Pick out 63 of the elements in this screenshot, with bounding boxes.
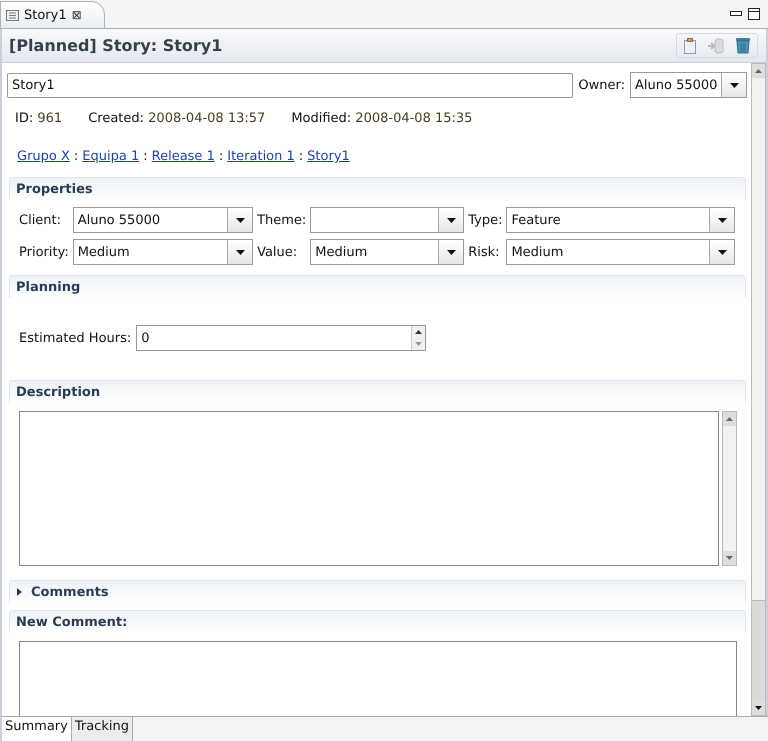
trash-icon[interactable] [735,37,751,54]
minimize-icon[interactable] [730,11,742,17]
close-button[interactable]: ⊠ [72,8,82,22]
breadcrumb-link[interactable]: Equipa 1 [82,149,140,164]
dropdown-arrow-icon [730,82,738,88]
field-label: Client: [19,212,62,228]
owner-dropdown[interactable]: Aluno 55000 [630,72,747,98]
hours-spinner[interactable]: 0 [136,325,426,351]
dropdown-arrow-icon [446,250,456,254]
document-icon [6,10,19,20]
field-label: Value: [257,244,298,260]
dropdown-arrow-icon [236,250,245,254]
description-field[interactable] [19,411,719,566]
dropdown-arrow-icon [718,218,726,222]
scroll-thumb[interactable] [752,600,765,701]
dropdown[interactable]: Medium [72,239,254,265]
editor-tab[interactable]: Story1 ⊠ [0,1,105,28]
section-title: Description [16,384,100,400]
dropdown-arrow-icon [446,218,456,222]
dropdown-arrow-icon [236,218,245,222]
scroll-up-icon[interactable] [726,417,733,421]
page-tab[interactable]: Summary [2,717,72,741]
breadcrumb-link[interactable]: Story1 [307,149,350,164]
breadcrumb-link[interactable]: Iteration 1 [227,149,295,164]
field-label: Risk: [468,244,501,260]
breadcrumb-separator: : [143,149,148,164]
dropdown[interactable]: Feature [506,207,735,233]
scroll-down-icon[interactable] [755,706,762,710]
meta-text: ID: 961 [15,111,62,128]
expand-triangle-icon[interactable] [16,588,23,596]
dropdown[interactable]: Medium [506,239,735,265]
breadcrumb-link[interactable]: Grupo X [17,149,70,164]
breadcrumb-link[interactable]: Release 1 [152,149,215,164]
dropdown[interactable] [310,207,464,233]
breadcrumb-separator: : [298,149,304,164]
up-arrow-icon[interactable] [415,330,422,334]
down-arrow-icon[interactable] [415,342,422,346]
field-label: Type: [468,212,502,228]
page-tab[interactable]: Tracking [72,717,133,741]
field-label: Theme: [257,212,306,228]
dropdown[interactable]: Medium [310,239,464,265]
section-title: New Comment: [16,614,128,630]
section-title: Comments [31,584,109,600]
field-label: Estimated Hours: [19,330,132,346]
field-label: Priority: [19,244,69,260]
name-field[interactable]: Story1 [7,72,574,98]
dropdown-arrow-icon [718,250,726,254]
dropdown[interactable]: Aluno 55000 [72,207,254,233]
scrollbar[interactable] [751,63,766,716]
scroll-up-icon[interactable] [755,69,762,73]
tab-label: Story1 [24,8,67,22]
owner-label: Owner: [578,78,625,92]
scrollbar[interactable] [722,411,737,566]
form-title: [Planned] Story: Story1 [9,36,222,55]
breadcrumb-separator: : [218,149,224,164]
meta-text: Created: 2008-04-08 13:57 [88,111,266,128]
section-title: Planning [16,280,80,294]
section-title: Properties [16,182,93,196]
section-header[interactable]: Comments [9,580,746,603]
clipboard-icon[interactable] [683,38,697,54]
maximize-icon[interactable] [748,8,760,20]
meta-text: Modified: 2008-04-08 15:35 [291,111,472,128]
breadcrumb-separator: : [74,149,78,164]
